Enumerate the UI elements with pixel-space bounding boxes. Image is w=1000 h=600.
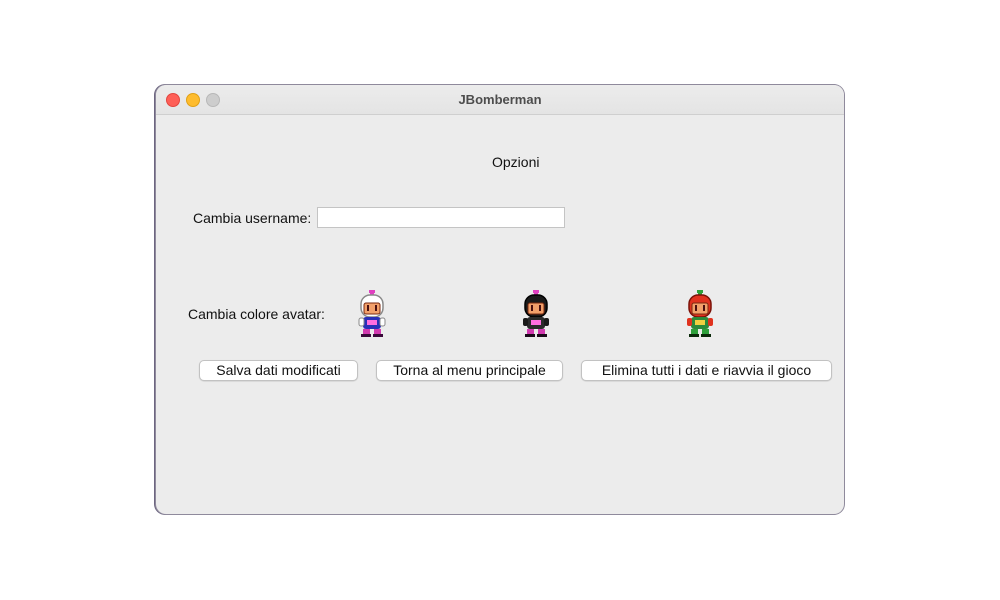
username-label: Cambia username: (193, 210, 312, 226)
username-input[interactable] (317, 207, 565, 228)
avatar-red[interactable] (683, 290, 717, 338)
bomberman-white-icon (358, 290, 386, 337)
bomberman-black-icon (523, 290, 549, 337)
main-menu-button[interactable]: Torna al menu principale (376, 360, 563, 381)
options-heading: Opzioni (492, 154, 540, 170)
title-bar[interactable]: JBomberman (156, 85, 844, 115)
avatar-black[interactable] (519, 290, 553, 338)
avatar-white[interactable] (355, 290, 389, 338)
bomberman-red-icon (687, 290, 713, 337)
reset-game-button[interactable]: Elimina tutti i dati e riavvia il gioco (581, 360, 832, 381)
avatar-color-label: Cambia colore avatar: (188, 306, 325, 322)
save-data-button[interactable]: Salva dati modificati (199, 360, 358, 381)
window-title: JBomberman (458, 92, 542, 107)
options-window: JBomberman Opzioni Cambia username: Camb… (156, 85, 844, 514)
